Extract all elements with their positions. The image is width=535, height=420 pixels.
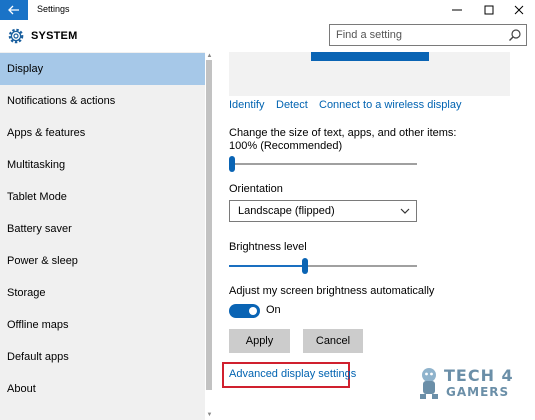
scroll-up-icon[interactable]: ▲ [205, 52, 214, 60]
section-title: SYSTEM [31, 30, 78, 42]
apply-button[interactable]: Apply [229, 329, 290, 353]
slider-track [229, 163, 417, 165]
close-icon [514, 5, 523, 15]
title-bar: Settings [0, 0, 535, 20]
sidebar-scrollbar[interactable]: ▲ ▼ [205, 52, 214, 420]
sidebar-item-multitasking[interactable]: Multitasking [0, 149, 205, 181]
sidebar-item-label: Battery saver [7, 223, 72, 235]
connect-wireless-link[interactable]: Connect to a wireless display [319, 99, 461, 111]
watermark: TECH 4 GAMERS [416, 364, 528, 406]
sidebar-item-label: Apps & features [7, 127, 86, 139]
toggle-knob [249, 307, 257, 315]
sidebar-item-apps[interactable]: Apps & features [0, 117, 205, 149]
scale-slider[interactable] [229, 156, 417, 172]
slider-fill [229, 265, 305, 267]
brightness-slider[interactable] [229, 258, 417, 274]
orientation-label: Orientation [229, 183, 283, 195]
auto-brightness-label: Adjust my screen brightness automaticall… [229, 285, 435, 297]
sidebar-item-label: Default apps [7, 351, 69, 363]
advanced-display-settings-link[interactable]: Advanced display settings [229, 368, 356, 380]
sidebar-item-label: Tablet Mode [7, 191, 67, 203]
sidebar-item-label: About [7, 383, 36, 395]
chevron-down-icon [400, 208, 410, 214]
sidebar-item-label: Multitasking [7, 159, 66, 171]
sidebar-item-display[interactable]: Display [0, 53, 205, 85]
minimize-button[interactable] [440, 0, 473, 20]
sidebar: Display Notifications & actions Apps & f… [0, 52, 205, 420]
detect-link[interactable]: Detect [276, 99, 308, 111]
orientation-dropdown[interactable]: Landscape (flipped) [229, 200, 417, 222]
sidebar-item-power-sleep[interactable]: Power & sleep [0, 245, 205, 277]
display-preview [229, 52, 510, 96]
gear-icon [8, 28, 24, 44]
search-box[interactable] [329, 24, 527, 46]
monitor-tile[interactable] [311, 52, 429, 61]
watermark-line2: GAMERS [446, 385, 510, 399]
orientation-value: Landscape (flipped) [238, 205, 335, 217]
slider-thumb[interactable] [302, 258, 308, 274]
sidebar-item-default-apps[interactable]: Default apps [0, 341, 205, 373]
close-button[interactable] [502, 0, 535, 20]
sidebar-item-battery-saver[interactable]: Battery saver [0, 213, 205, 245]
maximize-button[interactable] [472, 0, 505, 20]
identify-link[interactable]: Identify [229, 99, 264, 111]
back-button[interactable] [0, 0, 28, 20]
back-arrow-icon [8, 5, 19, 15]
sidebar-item-tablet-mode[interactable]: Tablet Mode [0, 181, 205, 213]
sidebar-item-label: Offline maps [7, 319, 69, 331]
sidebar-item-storage[interactable]: Storage [0, 277, 205, 309]
toggle-state-text: On [266, 304, 281, 316]
brightness-label: Brightness level [229, 241, 307, 253]
sidebar-item-notifications[interactable]: Notifications & actions [0, 85, 205, 117]
cancel-button[interactable]: Cancel [303, 329, 363, 353]
auto-brightness-toggle[interactable] [229, 304, 260, 318]
sidebar-item-about[interactable]: About [0, 373, 205, 405]
sidebar-item-label: Storage [7, 287, 46, 299]
scroll-down-icon[interactable]: ▼ [205, 411, 214, 419]
watermark-line1: TECH 4 [444, 366, 514, 385]
sidebar-item-label: Power & sleep [7, 255, 78, 267]
search-input[interactable] [330, 25, 506, 45]
sidebar-item-offline-maps[interactable]: Offline maps [0, 309, 205, 341]
scale-label: Change the size of text, apps, and other… [229, 127, 457, 152]
window-title: Settings [37, 4, 70, 14]
scroll-thumb[interactable] [206, 60, 212, 390]
sidebar-item-label: Display [7, 63, 44, 75]
slider-thumb[interactable] [229, 156, 235, 172]
sidebar-item-label: Notifications & actions [7, 95, 116, 107]
search-icon[interactable] [508, 28, 522, 42]
maximize-icon [484, 5, 493, 15]
mascot-logo-icon [420, 368, 438, 399]
minimize-icon [451, 9, 462, 11]
